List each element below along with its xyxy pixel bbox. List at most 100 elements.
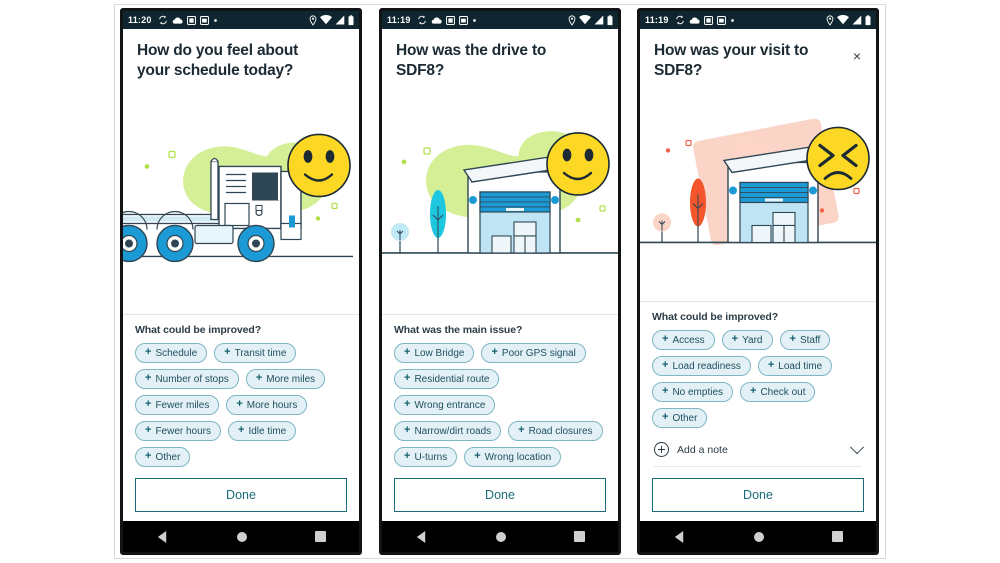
add-note-row[interactable]: Add a note bbox=[654, 439, 865, 467]
chip-option[interactable]: + Wrong entrance bbox=[394, 395, 496, 415]
sync-icon bbox=[417, 15, 426, 25]
sync-icon bbox=[675, 15, 684, 25]
plus-icon: + bbox=[789, 333, 796, 345]
screenshot-icon bbox=[445, 15, 455, 25]
sheet-title: What could be improved? bbox=[135, 324, 262, 336]
feedback-sheet: What could be improved? + Schedule + Trans… bbox=[123, 314, 359, 471]
dot-icon bbox=[730, 18, 734, 22]
chip-option[interactable]: + Load readiness bbox=[652, 356, 751, 376]
plus-icon: + bbox=[404, 450, 411, 462]
home-icon[interactable] bbox=[236, 531, 248, 543]
chip-option[interactable]: + Staff bbox=[779, 330, 831, 350]
chip-option[interactable]: + Number of stops bbox=[135, 369, 239, 389]
chip-option[interactable]: + Residential route bbox=[394, 369, 500, 389]
status-bar: 11:19 bbox=[640, 11, 876, 29]
screen-content: How do you feel about your schedule toda… bbox=[123, 29, 359, 521]
chip-option[interactable]: + Other bbox=[135, 447, 191, 467]
chip-option[interactable]: + Low Bridge bbox=[394, 343, 475, 363]
done-button[interactable]: Done bbox=[135, 478, 347, 512]
status-right-icons bbox=[826, 14, 871, 26]
cloud-icon bbox=[431, 16, 442, 24]
chip-option[interactable]: + Fewer hours bbox=[135, 421, 222, 441]
recents-icon[interactable] bbox=[831, 531, 843, 542]
chip-option[interactable]: + Access bbox=[652, 330, 715, 350]
chip-label: Access bbox=[672, 334, 705, 346]
signal-icon bbox=[852, 15, 862, 25]
status-right-icons bbox=[568, 14, 613, 26]
chip-label: Staff bbox=[799, 334, 821, 346]
chip-option[interactable]: + Schedule bbox=[135, 343, 208, 363]
warehouse-illustration bbox=[382, 80, 618, 314]
chip-option[interactable]: + Poor GPS signal bbox=[481, 343, 586, 363]
close-icon[interactable]: × bbox=[850, 49, 864, 63]
plus-icon: + bbox=[145, 372, 152, 384]
screen-content: How was the drive to SDF8? What was the … bbox=[382, 29, 618, 521]
chip-label: More hours bbox=[246, 399, 298, 411]
chip-option[interactable]: + Transit time bbox=[214, 343, 297, 363]
chip-option[interactable]: + Yard bbox=[721, 330, 773, 350]
chip-label: Number of stops bbox=[155, 373, 229, 385]
signal-icon bbox=[335, 15, 345, 25]
back-icon[interactable] bbox=[415, 530, 428, 544]
chip-label: Load readiness bbox=[672, 360, 741, 372]
chip-option[interactable]: + No empties bbox=[652, 382, 734, 402]
chip-option[interactable]: + Fewer miles bbox=[135, 395, 220, 415]
status-bar: 11:20 bbox=[123, 11, 359, 29]
recents-icon[interactable] bbox=[314, 531, 326, 542]
back-icon[interactable] bbox=[673, 530, 686, 544]
chip-label: Yard bbox=[742, 334, 763, 346]
footer: Done bbox=[123, 471, 359, 521]
chip-label: Low Bridge bbox=[414, 347, 465, 359]
plus-icon: + bbox=[404, 346, 411, 358]
wifi-icon bbox=[579, 15, 591, 25]
home-icon[interactable] bbox=[753, 531, 765, 543]
chip-label: U-turns bbox=[414, 451, 448, 463]
add-note-label: Add a note bbox=[677, 443, 728, 456]
chip-label: Fewer miles bbox=[155, 399, 210, 411]
back-icon[interactable] bbox=[156, 530, 169, 544]
chip-option[interactable]: + Other bbox=[652, 408, 708, 428]
done-button[interactable]: Done bbox=[394, 478, 606, 512]
status-right-icons bbox=[309, 14, 354, 26]
chip-label: Idle time bbox=[248, 425, 287, 437]
plus-icon: + bbox=[662, 333, 669, 345]
dot-icon bbox=[213, 18, 217, 22]
plus-icon: + bbox=[731, 333, 739, 345]
sheet-title: What was the main issue? bbox=[394, 324, 523, 336]
app-icon bbox=[199, 15, 209, 25]
plus-icon: + bbox=[238, 424, 245, 436]
happy-face-emoji bbox=[546, 132, 610, 196]
plus-icon: + bbox=[404, 424, 411, 436]
plus-icon: + bbox=[662, 385, 669, 397]
chip-option[interactable]: + Load time bbox=[757, 356, 833, 376]
plus-icon: + bbox=[145, 450, 152, 462]
chip-label: Road closures bbox=[528, 425, 593, 437]
chip-option[interactable]: + Road closures bbox=[508, 421, 603, 441]
home-icon[interactable] bbox=[495, 531, 507, 543]
plus-icon: + bbox=[767, 359, 775, 371]
chip-option[interactable]: + More miles bbox=[245, 369, 326, 389]
chip-label: Transit time bbox=[234, 347, 287, 359]
chip-list: + Low Bridge + Poor GPS signal + Residentia… bbox=[394, 343, 606, 467]
recents-icon[interactable] bbox=[573, 531, 585, 542]
chip-option[interactable]: + Idle time bbox=[228, 421, 297, 441]
chevron-down-icon[interactable] bbox=[849, 439, 865, 454]
chip-option[interactable]: + Narrow/dirt roads bbox=[394, 421, 502, 441]
plus-icon: + bbox=[236, 398, 243, 410]
chip-option[interactable]: + U-turns bbox=[394, 447, 458, 467]
status-time: 11:19 bbox=[387, 15, 411, 25]
chip-label: Wrong entrance bbox=[414, 399, 486, 411]
screen-header: How was the drive to SDF8? bbox=[382, 29, 618, 80]
phone-screen-drive-feedback: 11:19 How was the drive to SDF8? What wa… bbox=[379, 8, 621, 555]
done-button[interactable]: Done bbox=[652, 478, 864, 512]
chip-option[interactable]: + Wrong location bbox=[464, 447, 562, 467]
location-pin-icon bbox=[309, 14, 317, 26]
feedback-sheet: What was the main issue? + Low Bridge + Po… bbox=[382, 314, 618, 471]
status-left-icons bbox=[158, 15, 309, 25]
android-nav-bar bbox=[640, 521, 876, 552]
chip-option[interactable]: + More hours bbox=[226, 395, 308, 415]
chip-label: Narrow/dirt roads bbox=[414, 425, 492, 437]
feedback-sheet: What could be improved? + Access + Yard + S… bbox=[640, 301, 876, 471]
screenshot-canvas: 11:20 How do you feel about your schedul… bbox=[0, 0, 1000, 563]
chip-option[interactable]: + Check out bbox=[740, 382, 816, 402]
